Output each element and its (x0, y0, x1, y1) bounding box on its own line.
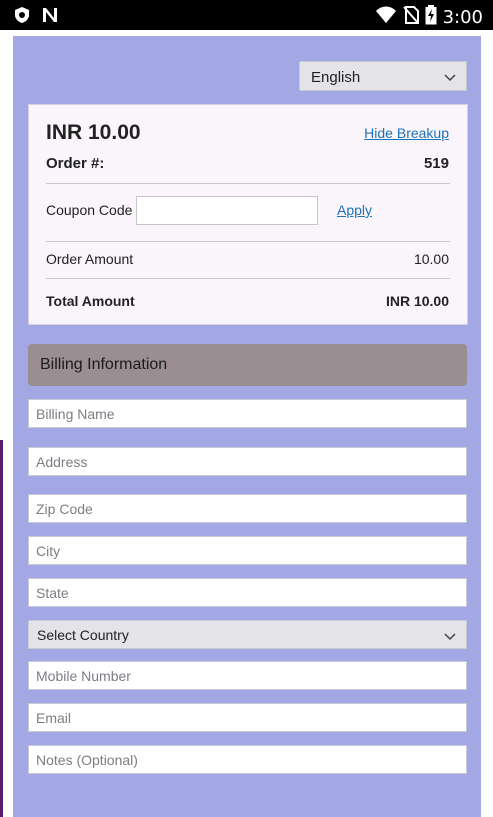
payable-amount: INR 10.00 (46, 121, 141, 144)
battery-charging-icon (425, 5, 437, 30)
state-placeholder: State (36, 585, 69, 601)
country-select[interactable]: Select Country (28, 620, 467, 649)
language-selected: English (311, 69, 361, 86)
zip-code-placeholder: Zip Code (36, 501, 93, 517)
email-placeholder: Email (36, 710, 72, 726)
billing-name-placeholder: Billing Name (36, 406, 115, 422)
order-amount-label: Order Amount (46, 251, 134, 267)
hide-breakup-link[interactable]: Hide Breakup (364, 125, 449, 141)
notes-placeholder: Notes (Optional) (36, 752, 138, 768)
language-select[interactable]: English (299, 61, 467, 91)
divider (46, 241, 450, 242)
total-amount-value: INR 10.00 (385, 293, 449, 309)
email-field[interactable]: Email (28, 703, 467, 732)
billing-information-header: Billing Information (28, 344, 467, 386)
divider (46, 183, 450, 184)
order-number-value: 519 (423, 155, 449, 172)
order-summary-card: INR 10.00 Hide Breakup Order #: 519 Coup… (28, 104, 468, 325)
address-placeholder: Address (36, 454, 88, 470)
divider (46, 278, 450, 279)
no-sim-icon (402, 6, 419, 29)
clock-time: 3:00 (442, 7, 483, 28)
mobile-number-placeholder: Mobile Number (36, 668, 131, 684)
order-number-label: Order #: (46, 155, 105, 172)
status-bar: 3:00 (0, 0, 493, 30)
total-amount-label: Total Amount (46, 293, 135, 309)
mobile-number-field[interactable]: Mobile Number (28, 661, 467, 690)
order-amount-value: 10.00 (413, 251, 449, 267)
notes-field[interactable]: Notes (Optional) (28, 745, 467, 774)
shield-app-icon (13, 6, 31, 29)
city-field[interactable]: City (28, 536, 467, 565)
apply-coupon-link[interactable]: Apply (337, 202, 372, 218)
chevron-down-icon (444, 70, 456, 88)
n-app-icon (41, 6, 59, 29)
zip-code-field[interactable]: Zip Code (28, 494, 467, 523)
billing-name-field[interactable]: Billing Name (28, 399, 467, 428)
state-field[interactable]: State (28, 578, 467, 607)
coupon-code-label: Coupon Code (46, 202, 133, 218)
chevron-down-icon (444, 629, 456, 647)
billing-information-title: Billing Information (40, 356, 168, 373)
address-field[interactable]: Address (28, 447, 467, 476)
left-edge (0, 440, 3, 817)
city-placeholder: City (36, 543, 61, 559)
country-selected: Select Country (37, 627, 129, 643)
wifi-icon (375, 6, 397, 29)
coupon-code-input[interactable] (136, 196, 318, 225)
